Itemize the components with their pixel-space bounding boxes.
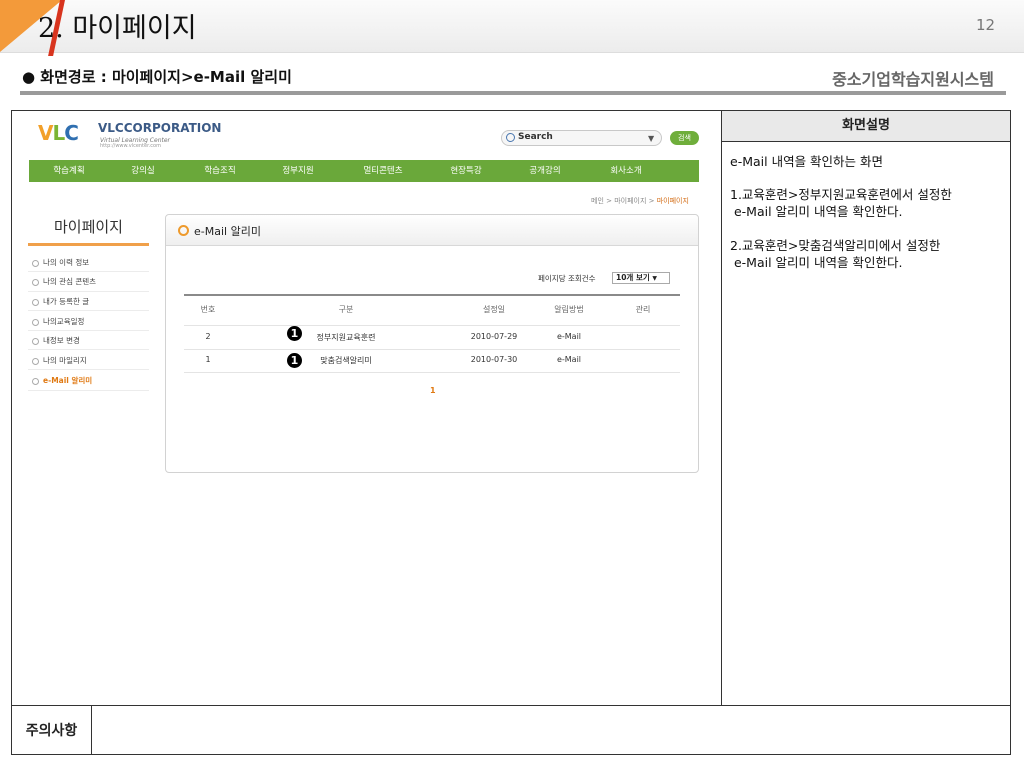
divider bbox=[28, 291, 149, 292]
sidebar-item[interactable]: 내정보 변경 bbox=[32, 335, 80, 346]
per-page-label: 페이지당 조회건수 bbox=[538, 274, 596, 283]
header-rule bbox=[20, 91, 1006, 95]
main-nav: 학습계획 강의실 학습조직 정부지원 멀티콘텐츠 현장특강 공개강의 회사소개 bbox=[29, 160, 699, 182]
sidebar-item-label: 나의 마일리지 bbox=[43, 356, 87, 365]
column-header-manage: 관리 bbox=[635, 305, 651, 314]
nav-item[interactable]: 학습계획 bbox=[53, 160, 84, 182]
screen-path: ● 화면경로 : 마이페이지>e-Mail 알리미 bbox=[22, 68, 292, 86]
cell-category-link[interactable]: 맞춤검색알리미 bbox=[320, 355, 372, 366]
column-header-no: 번호 bbox=[200, 305, 216, 314]
search-placeholder: Search bbox=[518, 132, 553, 142]
page-number: 12 bbox=[976, 16, 996, 34]
sidebar-item-label: 나의 이력 정보 bbox=[43, 258, 90, 267]
divider bbox=[28, 271, 149, 272]
logo-corporation: VLCCORPORATION bbox=[98, 121, 222, 135]
column-header-method: 알림방법 bbox=[554, 305, 584, 314]
sidebar-title-underline bbox=[28, 243, 149, 246]
sidebar-item-active[interactable]: e-Mail 알리미 bbox=[32, 375, 92, 386]
divider bbox=[28, 390, 149, 391]
bullet-icon bbox=[32, 377, 39, 385]
description-header: 화면설명 bbox=[722, 111, 1010, 142]
bullet-icon bbox=[32, 298, 39, 306]
sidebar-item-label: 내가 등록한 글 bbox=[43, 297, 90, 306]
sidebar-item[interactable]: 나의 마일리지 bbox=[32, 355, 87, 366]
cell-no: 1 bbox=[205, 355, 211, 364]
nav-item[interactable]: 현장특강 bbox=[450, 160, 481, 182]
bullet-icon bbox=[32, 357, 39, 365]
panel-title: e-Mail 알리미 bbox=[194, 225, 261, 238]
breadcrumb-current: 마이페이지 bbox=[656, 197, 689, 205]
breadcrumb-prefix[interactable]: 메인 > 마이페이지 > bbox=[591, 197, 657, 205]
per-page-value: 10개 보기 bbox=[616, 273, 650, 282]
nav-item[interactable]: 공개강의 bbox=[529, 160, 560, 182]
nav-item[interactable]: 회사소개 bbox=[610, 160, 641, 182]
bullet-icon bbox=[32, 318, 39, 326]
frame-divider-horizontal bbox=[11, 705, 1011, 706]
dropdown-arrow-icon[interactable]: ▼ bbox=[648, 134, 654, 143]
cell-no: 2 bbox=[205, 332, 211, 341]
table-top-border bbox=[184, 294, 680, 296]
slide-title: 2. 마이페이지 bbox=[38, 13, 197, 44]
cell-method: e-Mail bbox=[556, 355, 582, 364]
annotation-marker: 1 bbox=[287, 326, 302, 341]
sidebar-item[interactable]: 내가 등록한 글 bbox=[32, 296, 89, 307]
sidebar-item-label: 나의교육일정 bbox=[43, 317, 85, 326]
pagination-page[interactable]: 1 bbox=[430, 386, 436, 395]
frame-divider bbox=[721, 110, 722, 706]
description-line: e-Mail 알리미 내역을 확인한다. bbox=[730, 204, 903, 219]
row-divider bbox=[184, 372, 680, 373]
panel-header: e-Mail 알리미 bbox=[166, 215, 698, 246]
sidebar-item[interactable]: 나의 관심 콘텐츠 bbox=[32, 276, 96, 287]
nav-item[interactable]: 학습조직 bbox=[204, 160, 235, 182]
sidebar-item[interactable]: 나의교육일정 bbox=[32, 316, 84, 327]
nav-item[interactable]: 강의실 bbox=[131, 160, 154, 182]
breadcrumb: 메인 > 마이페이지 > 마이페이지 bbox=[591, 196, 689, 206]
logo-url: http://www.vlcenter.com bbox=[100, 143, 161, 149]
sidebar-item-label: 내정보 변경 bbox=[43, 336, 80, 345]
sidebar-item[interactable]: 나의 이력 정보 bbox=[32, 257, 89, 268]
bullet-icon bbox=[32, 278, 39, 286]
column-header-date: 설정일 bbox=[482, 305, 506, 314]
system-name: 중소기업학습지원시스템 bbox=[832, 70, 994, 89]
sidebar-item-label: e-Mail 알리미 bbox=[43, 376, 93, 385]
search-input[interactable]: Search ▼ bbox=[501, 130, 662, 146]
row-divider bbox=[184, 349, 680, 350]
site-logo[interactable]: VLC bbox=[38, 121, 79, 145]
divider bbox=[28, 369, 149, 370]
sidebar-title: 마이페이지 bbox=[53, 218, 123, 236]
cell-method: e-Mail bbox=[556, 332, 582, 341]
nav-item[interactable]: 멀티콘텐츠 bbox=[363, 160, 402, 182]
chevron-down-icon: ▼ bbox=[652, 275, 657, 282]
nav-item[interactable]: 정부지원 bbox=[282, 160, 313, 182]
divider bbox=[28, 330, 149, 331]
cell-date: 2010-07-30 bbox=[470, 355, 518, 364]
description-line: e-Mail 내역을 확인하는 화면 bbox=[730, 154, 884, 169]
search-icon bbox=[506, 133, 515, 142]
content-panel: e-Mail 알리미 페이지당 조회건수 10개 보기 ▼ bbox=[165, 214, 699, 473]
ring-icon bbox=[178, 225, 189, 236]
divider bbox=[28, 310, 149, 311]
row-divider bbox=[184, 325, 680, 326]
cell-date: 2010-07-29 bbox=[470, 332, 518, 341]
column-header-category: 구분 bbox=[338, 305, 354, 314]
cell-category-link[interactable]: 정부지원교육훈련 bbox=[317, 332, 376, 343]
per-page-select[interactable]: 10개 보기 ▼ bbox=[612, 272, 670, 284]
sidebar-item-label: 나의 관심 콘텐츠 bbox=[43, 277, 97, 286]
bullet-icon bbox=[32, 259, 39, 267]
bullet-icon bbox=[32, 337, 39, 345]
annotation-marker: 1 bbox=[287, 353, 302, 368]
divider bbox=[28, 349, 149, 350]
search-button[interactable]: 검색 bbox=[670, 131, 699, 145]
description-line: e-Mail 알리미 내역을 확인한다. bbox=[730, 255, 903, 270]
notes-label: 주의사항 bbox=[12, 706, 92, 754]
